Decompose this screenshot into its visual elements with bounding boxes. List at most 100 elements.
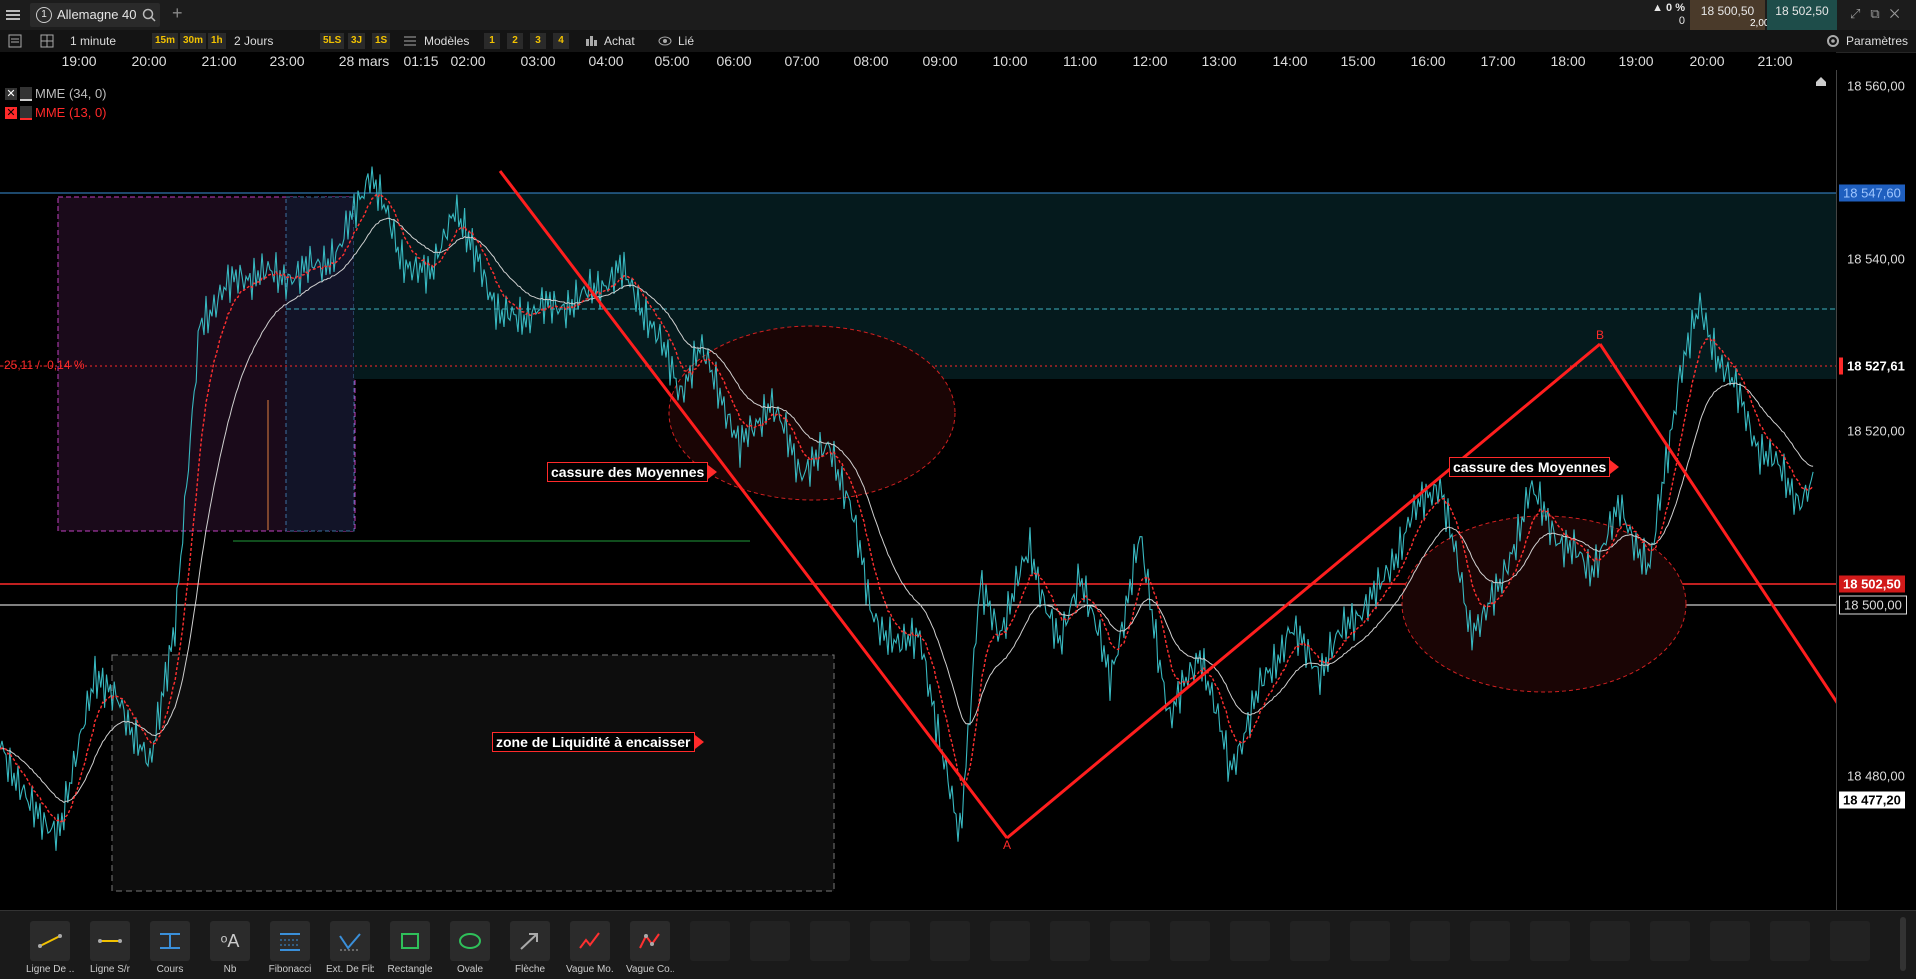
period-15m-button[interactable]: 15m	[152, 33, 179, 49]
link-icon[interactable]	[658, 34, 672, 48]
instrument-tab[interactable]: 1 Allemagne 40	[30, 3, 160, 27]
period-30m-button[interactable]: 30m	[180, 33, 207, 49]
buy-button[interactable]: Achat	[604, 30, 635, 52]
time-tick: 10:00	[992, 53, 1028, 69]
toolbar-scrollbar[interactable]	[1900, 917, 1906, 971]
empty-tool-slot[interactable]	[1230, 921, 1270, 961]
empty-tool-slot[interactable]	[1410, 921, 1450, 961]
settings-button[interactable]: Paramètres	[1846, 30, 1908, 52]
empty-tool-slot[interactable]	[750, 921, 790, 961]
point-a-label: A	[1003, 838, 1012, 852]
ask-price-button[interactable]: 18 502,50	[1767, 0, 1837, 30]
model-2-button[interactable]: 2	[507, 33, 523, 49]
point-b-label: B	[1596, 328, 1605, 342]
list-icon[interactable]	[8, 34, 22, 48]
break-annotation-right[interactable]: cassure des Moyennes	[1449, 457, 1611, 477]
time-tick: 21:00	[1757, 53, 1793, 69]
line-style-icon[interactable]	[20, 105, 32, 120]
search-icon[interactable]	[142, 8, 156, 22]
hamburger-icon[interactable]	[6, 8, 20, 22]
model-1-button[interactable]: 1	[484, 33, 500, 49]
models-button[interactable]: Modèles	[424, 30, 469, 52]
empty-tool-slot[interactable]	[1770, 921, 1810, 961]
window-number-badge: 1	[36, 7, 52, 23]
empty-tool-slot[interactable]	[1050, 921, 1090, 961]
empty-tool-slot[interactable]	[1470, 921, 1510, 961]
model-4-button[interactable]: 4	[553, 33, 569, 49]
change-value: 0	[1678, 15, 1685, 27]
close-icon[interactable]: ✕	[5, 87, 17, 100]
empty-tool-slot[interactable]	[1350, 921, 1390, 961]
empty-tool-slot[interactable]	[1590, 921, 1630, 961]
price-chart[interactable]: ✕ MME (34, 0) ✕ MME (13, 0) -25,11 / -0,…	[0, 70, 1836, 910]
close-icon[interactable]: ✕	[5, 106, 17, 119]
empty-tool-slot[interactable]	[810, 921, 850, 961]
tool-fib-extension[interactable]: Ext. De Fib.	[326, 921, 374, 975]
tool-fibonacci[interactable]: Fibonacci	[266, 921, 314, 975]
red-line-badge: 18 527,61	[1839, 357, 1909, 375]
tool-label: Rectangle	[387, 964, 433, 975]
empty-tool-slot[interactable]	[870, 921, 910, 961]
tool-price[interactable]: Cours	[146, 921, 194, 975]
empty-tool-slot[interactable]	[1830, 921, 1870, 961]
add-tab-icon[interactable]: +	[172, 3, 183, 24]
time-tick: 23:00	[269, 53, 305, 69]
time-tick: 04:00	[588, 53, 624, 69]
tool-arrow[interactable]: Flèche	[506, 921, 554, 975]
legend-label: MME (13, 0)	[35, 105, 107, 120]
empty-tool-slot[interactable]	[1110, 921, 1150, 961]
models-icon[interactable]	[403, 34, 417, 48]
layout-icon[interactable]	[40, 34, 54, 48]
legend-row-mme13[interactable]: ✕ MME (13, 0)	[5, 103, 107, 122]
period-1h-button[interactable]: 1h	[208, 33, 226, 49]
top-bar: 1 Allemagne 40 + ▲ 0 % 0 18 500,50 2,00 …	[0, 0, 1916, 31]
tool-wave[interactable]: Vague Mo...	[566, 921, 614, 975]
time-tick: 18:00	[1550, 53, 1586, 69]
tool-label: Fibonacci	[268, 964, 312, 975]
change-indicator: ▲ 0 % 0	[1645, 2, 1685, 28]
tool-label: Ligne S/r	[89, 964, 131, 975]
range-3j-button[interactable]: 3J	[348, 33, 366, 49]
price-icon	[160, 933, 180, 949]
empty-tool-slot[interactable]	[1530, 921, 1570, 961]
time-tick: 20:00	[131, 53, 167, 69]
line-style-icon[interactable]	[20, 86, 32, 101]
empty-tool-slot[interactable]	[1170, 921, 1210, 961]
tool-wave-corrective[interactable]: Vague Co...	[626, 921, 674, 975]
navy-zone[interactable]	[285, 196, 355, 532]
range-5ls-button[interactable]: 5LS	[320, 33, 345, 49]
tool-label: Ext. De Fib.	[326, 964, 374, 975]
tool-oval[interactable]: Ovale	[446, 921, 494, 975]
window-controls[interactable]: ⤢⧉✕	[1850, 6, 1910, 22]
legend-row-mme34[interactable]: ✕ MME (34, 0)	[5, 84, 107, 103]
range-select[interactable]: 2 Jours	[234, 30, 273, 52]
empty-tool-slot[interactable]	[690, 921, 730, 961]
price-axis[interactable]: 18 560,00 18 540,00 18 520,00 18 480,00 …	[1836, 70, 1916, 910]
wave-corrective-icon	[639, 933, 660, 949]
tool-label: Vague Mo...	[566, 964, 614, 975]
tool-sr-line[interactable]: Ligne S/r	[86, 921, 134, 975]
link-button[interactable]: Lié	[678, 30, 694, 52]
tool-trend-line[interactable]: Ligne De ...	[26, 921, 74, 975]
break-annotation-left[interactable]: cassure des Moyennes	[547, 462, 709, 482]
current-price-badge: 18 502,50	[1839, 575, 1905, 593]
buy-icon[interactable]	[584, 34, 598, 48]
empty-tool-slot[interactable]	[930, 921, 970, 961]
empty-tool-slot[interactable]	[1650, 921, 1690, 961]
gear-icon[interactable]	[1826, 34, 1840, 48]
model-3-button[interactable]: 3	[530, 33, 546, 49]
red-line-label: -25,11 / -0,14 %	[0, 358, 85, 372]
liquidity-zone[interactable]	[111, 654, 835, 892]
price-tick: 18 540,00	[1847, 251, 1905, 267]
chart-canvas[interactable]	[0, 70, 1836, 910]
period-select[interactable]: 1 minute	[70, 30, 116, 52]
scroll-home-icon[interactable]	[1816, 77, 1826, 86]
empty-tool-slot[interactable]	[990, 921, 1030, 961]
empty-tool-slot[interactable]	[1710, 921, 1750, 961]
tool-text[interactable]: ᵒA Nb	[206, 921, 254, 975]
trend-line-icon	[38, 934, 62, 948]
empty-tool-slot[interactable]	[1290, 921, 1330, 961]
range-1s-button[interactable]: 1S	[372, 33, 391, 49]
liquidity-annotation[interactable]: zone de Liquidité à encaisser	[492, 732, 695, 752]
tool-rectangle[interactable]: Rectangle	[386, 921, 434, 975]
